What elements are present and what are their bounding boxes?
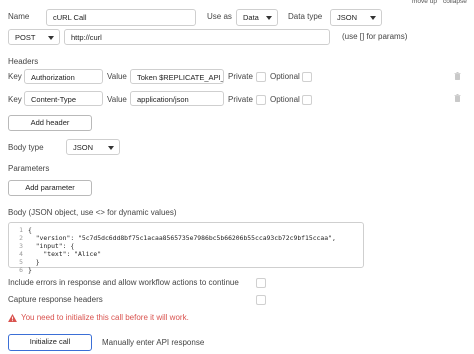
chevron-down-icon [108, 146, 114, 150]
move-up-link[interactable]: move up [412, 0, 437, 8]
capture-headers-label: Capture response headers [8, 295, 103, 304]
parameters-label: Parameters [8, 164, 50, 173]
warning-message: You need to initialize this call before … [21, 313, 189, 322]
header-value-input[interactable]: Token $REPLICATE_API_T [130, 69, 224, 84]
use-as-label: Use as [207, 12, 232, 21]
use-as-value: Data [243, 13, 259, 22]
code-line: "input": { [28, 242, 75, 250]
data-type-label: Data type [288, 12, 323, 21]
header-key-label: Key [8, 95, 22, 104]
name-label: Name [8, 12, 30, 21]
private-label: Private [228, 72, 253, 81]
trash-icon[interactable] [454, 94, 461, 102]
body-type-label: Body type [8, 143, 44, 152]
url-hint: (use [] for params) [342, 32, 408, 41]
trash-icon[interactable] [454, 72, 461, 80]
data-type-dropdown[interactable]: JSON [330, 9, 382, 26]
code-line: "text": "Alice" [28, 250, 102, 258]
header-value-input[interactable]: application/json [130, 91, 224, 106]
json-code: { "version": "5c7d5dc6dd8bf75c1acaa85657… [28, 226, 336, 274]
private-checkbox[interactable] [256, 72, 266, 82]
optional-label: Optional [270, 95, 300, 104]
chevron-down-icon [370, 16, 376, 20]
code-line: } [28, 258, 40, 266]
body-type-dropdown[interactable]: JSON [66, 139, 120, 155]
private-checkbox[interactable] [256, 95, 266, 105]
header-key-input[interactable]: Content-Type [24, 91, 103, 106]
include-errors-label: Include errors in response and allow wor… [8, 278, 239, 287]
headers-label: Headers [8, 57, 39, 66]
include-errors-checkbox[interactable] [256, 278, 266, 288]
optional-label: Optional [270, 72, 300, 81]
collapse-link[interactable]: collapse [443, 0, 467, 8]
http-method-value: POST [15, 33, 36, 42]
header-value-label: Value [107, 95, 127, 104]
optional-checkbox[interactable] [302, 95, 312, 105]
add-header-button[interactable]: Add header [8, 115, 92, 131]
body-label: Body (JSON object, use <> for dynamic va… [8, 208, 177, 217]
capture-headers-checkbox[interactable] [256, 295, 266, 305]
warning-icon [8, 314, 17, 322]
code-line: { [28, 226, 32, 234]
private-label: Private [228, 95, 253, 104]
line-numbers: 1 2 3 4 5 6 [19, 226, 23, 274]
use-as-dropdown[interactable]: Data [236, 9, 278, 26]
chevron-down-icon [48, 36, 54, 40]
code-line: "version": "5c7d5dc6dd8bf75c1acaa8565735… [28, 234, 336, 242]
url-input[interactable]: http://curl [64, 29, 330, 45]
manually-enter-response-button[interactable]: Manually enter API response [102, 337, 204, 349]
chevron-down-icon [266, 16, 272, 20]
data-type-value: JSON [337, 13, 358, 22]
json-body-editor[interactable]: 1 2 3 4 5 6 { "version": "5c7d5dc6dd8bf7… [8, 222, 364, 274]
optional-checkbox[interactable] [302, 72, 312, 82]
code-line: } [28, 266, 32, 274]
body-type-value: JSON [73, 143, 94, 152]
initialize-call-button[interactable]: Initialize call [8, 334, 92, 351]
header-key-label: Key [8, 72, 22, 81]
name-input[interactable]: cURL Call [46, 9, 196, 26]
header-key-input[interactable]: Authorization [24, 69, 103, 84]
add-parameter-button[interactable]: Add parameter [8, 180, 92, 196]
http-method-dropdown[interactable]: POST [8, 29, 60, 45]
header-value-label: Value [107, 72, 127, 81]
